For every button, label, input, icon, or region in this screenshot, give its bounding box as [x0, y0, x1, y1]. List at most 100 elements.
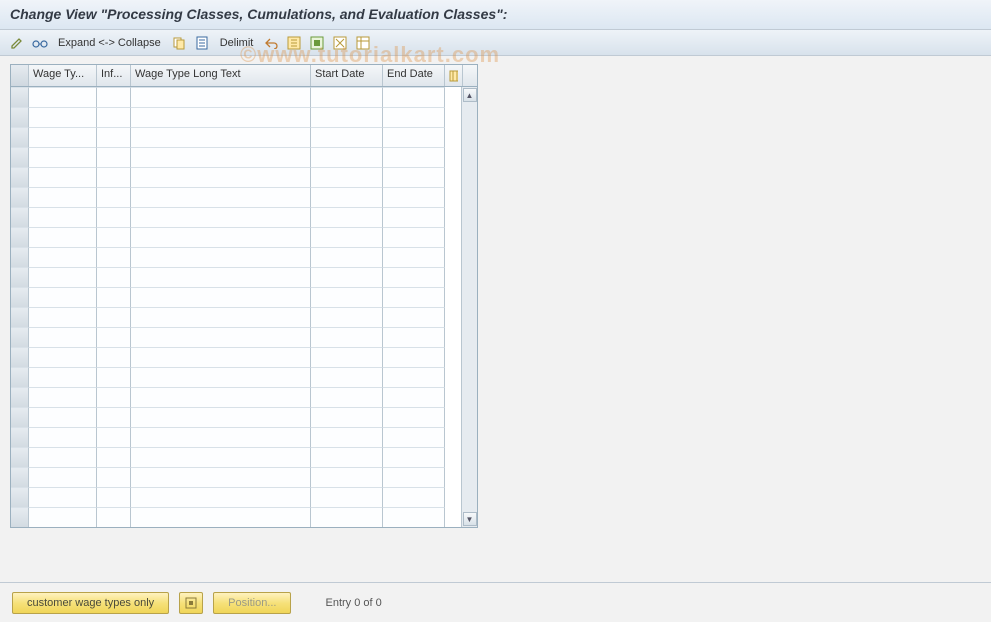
cell-end-date[interactable]: [383, 207, 445, 227]
cell-inf[interactable]: [97, 507, 131, 527]
cell-end-date[interactable]: [383, 127, 445, 147]
vertical-scrollbar[interactable]: ▲ ▼: [461, 87, 477, 527]
cell-inf[interactable]: [97, 87, 131, 107]
table-row[interactable]: [11, 327, 461, 347]
cell-inf[interactable]: [97, 487, 131, 507]
cell-end-date[interactable]: [383, 427, 445, 447]
cell-long-text[interactable]: [131, 227, 311, 247]
cell-inf[interactable]: [97, 407, 131, 427]
cell-inf[interactable]: [97, 387, 131, 407]
table-row[interactable]: [11, 427, 461, 447]
scroll-up-icon[interactable]: ▲: [463, 88, 477, 102]
cell-inf[interactable]: [97, 307, 131, 327]
cell-wage-type[interactable]: [29, 447, 97, 467]
cell-long-text[interactable]: [131, 427, 311, 447]
row-selector[interactable]: [11, 227, 29, 247]
cell-start-date[interactable]: [311, 347, 383, 367]
document-icon[interactable]: [193, 34, 211, 52]
table-row[interactable]: [11, 407, 461, 427]
cell-long-text[interactable]: [131, 307, 311, 327]
edit-pencil-icon[interactable]: [8, 34, 26, 52]
cell-long-text[interactable]: [131, 267, 311, 287]
cell-inf[interactable]: [97, 327, 131, 347]
delimit-button[interactable]: Delimit: [216, 35, 258, 51]
cell-inf[interactable]: [97, 347, 131, 367]
cell-wage-type[interactable]: [29, 87, 97, 107]
table-settings-icon[interactable]: [354, 34, 372, 52]
col-header-end-date[interactable]: End Date: [383, 65, 445, 86]
row-selector[interactable]: [11, 187, 29, 207]
cell-start-date[interactable]: [311, 207, 383, 227]
position-icon-button[interactable]: [179, 592, 203, 614]
cell-start-date[interactable]: [311, 507, 383, 527]
cell-start-date[interactable]: [311, 287, 383, 307]
row-selector[interactable]: [11, 147, 29, 167]
cell-long-text[interactable]: [131, 167, 311, 187]
cell-inf[interactable]: [97, 287, 131, 307]
row-selector[interactable]: [11, 167, 29, 187]
table-row[interactable]: [11, 287, 461, 307]
cell-start-date[interactable]: [311, 307, 383, 327]
deselect-all-icon[interactable]: [331, 34, 349, 52]
col-header-long-text[interactable]: Wage Type Long Text: [131, 65, 311, 86]
cell-end-date[interactable]: [383, 267, 445, 287]
cell-start-date[interactable]: [311, 127, 383, 147]
cell-inf[interactable]: [97, 127, 131, 147]
table-row[interactable]: [11, 147, 461, 167]
expand-collapse-button[interactable]: Expand <-> Collapse: [54, 35, 165, 51]
cell-end-date[interactable]: [383, 407, 445, 427]
row-selector[interactable]: [11, 507, 29, 527]
cell-inf[interactable]: [97, 187, 131, 207]
row-selector[interactable]: [11, 87, 29, 107]
cell-wage-type[interactable]: [29, 187, 97, 207]
table-row[interactable]: [11, 107, 461, 127]
cell-start-date[interactable]: [311, 487, 383, 507]
cell-wage-type[interactable]: [29, 127, 97, 147]
row-selector[interactable]: [11, 247, 29, 267]
cell-end-date[interactable]: [383, 507, 445, 527]
table-row[interactable]: [11, 127, 461, 147]
customer-wage-types-button[interactable]: customer wage types only: [12, 592, 169, 614]
cell-end-date[interactable]: [383, 387, 445, 407]
cell-long-text[interactable]: [131, 87, 311, 107]
cell-wage-type[interactable]: [29, 487, 97, 507]
cell-long-text[interactable]: [131, 467, 311, 487]
cell-start-date[interactable]: [311, 327, 383, 347]
cell-start-date[interactable]: [311, 467, 383, 487]
cell-long-text[interactable]: [131, 487, 311, 507]
cell-inf[interactable]: [97, 467, 131, 487]
cell-end-date[interactable]: [383, 247, 445, 267]
cell-inf[interactable]: [97, 267, 131, 287]
cell-start-date[interactable]: [311, 367, 383, 387]
cell-start-date[interactable]: [311, 147, 383, 167]
cell-start-date[interactable]: [311, 407, 383, 427]
cell-long-text[interactable]: [131, 507, 311, 527]
cell-long-text[interactable]: [131, 407, 311, 427]
table-row[interactable]: [11, 447, 461, 467]
row-selector[interactable]: [11, 367, 29, 387]
cell-long-text[interactable]: [131, 207, 311, 227]
cell-long-text[interactable]: [131, 127, 311, 147]
row-selector[interactable]: [11, 127, 29, 147]
row-selector[interactable]: [11, 287, 29, 307]
cell-wage-type[interactable]: [29, 507, 97, 527]
cell-wage-type[interactable]: [29, 367, 97, 387]
cell-inf[interactable]: [97, 167, 131, 187]
cell-start-date[interactable]: [311, 387, 383, 407]
row-selector[interactable]: [11, 347, 29, 367]
cell-long-text[interactable]: [131, 347, 311, 367]
cell-wage-type[interactable]: [29, 347, 97, 367]
copy-icon[interactable]: [170, 34, 188, 52]
cell-inf[interactable]: [97, 447, 131, 467]
cell-inf[interactable]: [97, 227, 131, 247]
cell-end-date[interactable]: [383, 187, 445, 207]
table-row[interactable]: [11, 367, 461, 387]
cell-start-date[interactable]: [311, 267, 383, 287]
position-button[interactable]: Position...: [213, 592, 291, 614]
table-row[interactable]: [11, 347, 461, 367]
table-row[interactable]: [11, 487, 461, 507]
cell-long-text[interactable]: [131, 147, 311, 167]
select-block-icon[interactable]: [308, 34, 326, 52]
row-selector[interactable]: [11, 487, 29, 507]
cell-start-date[interactable]: [311, 87, 383, 107]
